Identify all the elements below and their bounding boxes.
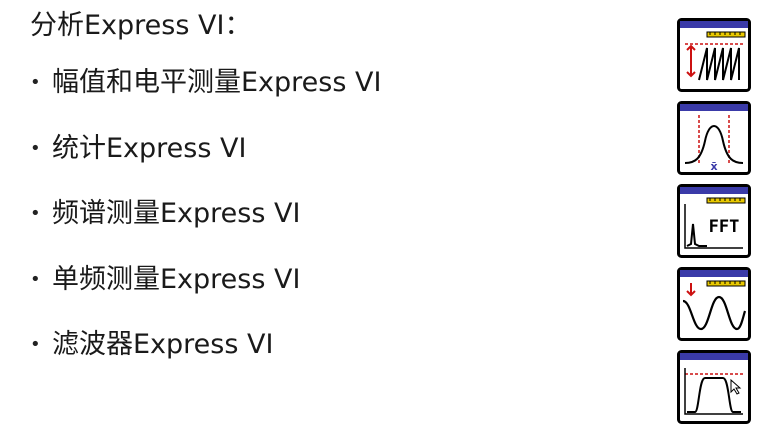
item-label: 幅值和电平测量Express VI <box>52 67 382 98</box>
bullet-marker: • <box>30 72 41 93</box>
statistics-icon: x̄ <box>677 101 751 175</box>
bullet-marker: • <box>30 334 41 355</box>
filter-icon <box>677 350 751 424</box>
tone-measurement-icon <box>677 267 751 341</box>
bullet-marker: • <box>30 137 41 159</box>
spectral-measurement-icon: FFT <box>677 184 751 258</box>
item-label: 统计Express VI <box>52 132 247 164</box>
bullet-marker: • <box>30 203 41 224</box>
item-label: 频谱测量Express VI <box>52 198 301 229</box>
fft-label: FFT <box>709 217 740 237</box>
amplitude-level-icon <box>677 18 751 92</box>
express-vi-list: • 幅值和电平测量Express VI • 统计Express VI • 频谱测… <box>30 64 381 392</box>
item-label: 单频测量Express VI <box>52 263 301 295</box>
list-item: • 滤波器Express VI <box>30 326 381 392</box>
list-item: • 统计Express VI <box>30 130 381 196</box>
list-item: • 频谱测量Express VI <box>30 195 381 261</box>
list-item: • 幅值和电平测量Express VI <box>30 64 381 130</box>
bullet-marker: • <box>30 268 41 290</box>
list-item: • 单频测量Express VI <box>30 261 381 327</box>
statistics-symbol: x̄ <box>710 160 717 173</box>
item-label: 滤波器Express VI <box>52 329 274 360</box>
page-title: 分析Express VI： <box>30 10 252 41</box>
